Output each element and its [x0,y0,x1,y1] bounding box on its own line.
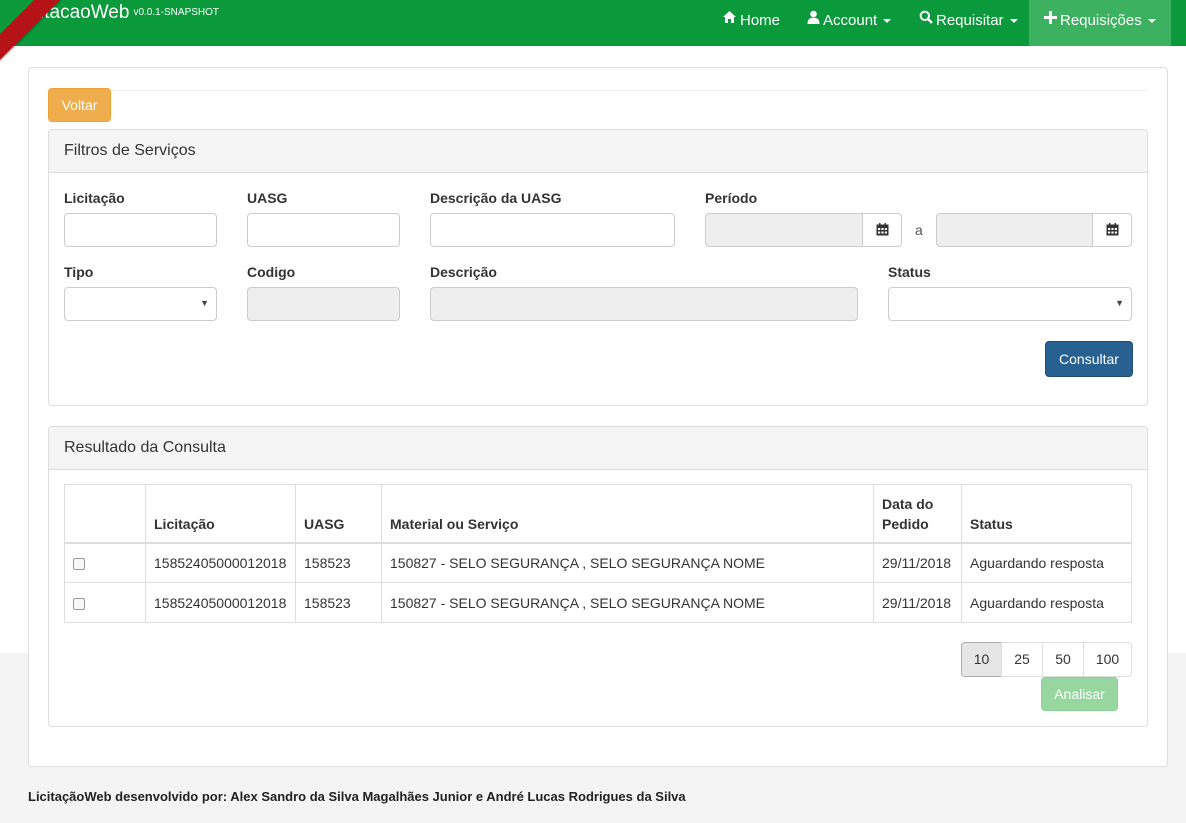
cell-licitacao: 15852405000012018 [145,542,296,583]
analisar-button[interactable]: Analisar [1041,677,1118,711]
descricao-uasg-input[interactable] [430,213,675,247]
row-select-cell [64,542,146,583]
nav-requisitar[interactable]: Requisitar [919,0,1018,46]
page-size-selector: 10 25 50 100 [961,642,1132,677]
search-icon [919,0,933,41]
column-header-licitacao[interactable]: Licitação [145,484,296,544]
table-header-row: Licitação UASG Material ou Serviço Data … [64,484,1132,544]
cell-licitacao: 15852405000012018 [145,582,296,623]
chevron-down-icon [1009,19,1018,24]
chevron-down-icon [1147,19,1156,24]
uasg-input[interactable] [247,213,400,247]
column-header-status[interactable]: Status [961,484,1132,544]
main-container: Voltar Filtros de Serviços Licitação UAS… [28,67,1168,767]
codigo-input[interactable] [247,287,400,321]
chevron-down-icon: ▼ [200,298,209,308]
periodo-inicio-calendar-button[interactable] [862,213,902,247]
nav-requisicoes-label: Requisições [1060,12,1142,29]
results-table: Licitação UASG Material ou Serviço Data … [64,484,1132,623]
periodo-label: Período [705,190,758,206]
plus-icon [1044,0,1057,41]
nav-requisicoes[interactable]: Requisições [1029,0,1171,46]
periodo-separator: a [915,222,923,238]
calendar-icon [1106,223,1119,239]
tipo-label: Tipo [64,264,94,280]
periodo-fim-calendar-button[interactable] [1092,213,1132,247]
licitacao-label: Licitação [64,190,125,206]
calendar-icon [876,223,889,239]
consultar-button[interactable]: Consultar [1045,341,1133,377]
periodo-fim-input[interactable] [936,213,1093,247]
brand-logo[interactable]: itacaoWeb v0.0.1-SNAPSHOT [40,2,219,24]
footer-credits: LicitaçãoWeb desenvolvido por: Alex Sand… [28,789,686,804]
cell-status: Aguardando resposta [961,582,1132,623]
cell-uasg: 158523 [295,582,382,623]
column-header-uasg[interactable]: UASG [295,484,382,544]
nav-home-label: Home [740,12,781,29]
licitacao-input[interactable] [64,213,217,247]
page-size-50[interactable]: 50 [1042,642,1084,677]
nav-account-label: Account [823,12,878,29]
row-checkbox[interactable] [73,558,85,571]
filters-panel: Filtros de Serviços Licitação UASG Descr… [48,129,1148,406]
divider [49,90,1147,91]
back-button[interactable]: Voltar [48,88,111,122]
app-version: v0.0.1-SNAPSHOT [133,7,220,18]
filters-panel-title: Filtros de Serviços [49,130,1147,173]
nav-home[interactable]: Home [722,0,780,46]
results-panel-title: Resultado da Consulta [49,427,1147,470]
cell-material: 150827 - SELO SEGURANÇA , SELO SEGURANÇA… [381,582,874,623]
status-select[interactable]: ▼ [888,287,1132,321]
nav-requisitar-label: Requisitar [936,12,1004,29]
page-size-25[interactable]: 25 [1001,642,1043,677]
results-panel: Resultado da Consulta Licitação UASG Mat… [48,426,1148,727]
cell-status: Aguardando resposta [961,542,1132,583]
cell-data-pedido: 29/11/2018 [873,582,962,623]
row-select-cell [64,582,146,623]
descricao-label: Descrição [430,264,497,280]
descricao-input[interactable] [430,287,858,321]
table-row[interactable]: 15852405000012018 158523 150827 - SELO S… [64,542,1132,583]
descricao-uasg-label: Descrição da UASG [430,190,562,206]
status-label: Status [888,264,931,280]
cell-uasg: 158523 [295,542,382,583]
row-checkbox[interactable] [73,597,85,610]
column-header-data-pedido[interactable]: Data do Pedido [873,484,962,544]
user-icon [807,0,820,41]
nav-account[interactable]: Account [807,0,892,46]
periodo-inicio-input[interactable] [705,213,863,247]
column-header-material[interactable]: Material ou Serviço [381,484,874,544]
chevron-down-icon: ▼ [1115,298,1124,308]
chevron-down-icon [883,19,892,24]
codigo-label: Codigo [247,264,296,280]
tipo-select[interactable]: ▼ [64,287,217,321]
home-icon [722,0,737,41]
cell-data-pedido: 29/11/2018 [873,542,962,583]
page-size-100[interactable]: 100 [1083,642,1132,677]
column-header-select [64,484,146,544]
cell-material: 150827 - SELO SEGURANÇA , SELO SEGURANÇA… [381,542,874,583]
uasg-label: UASG [247,190,288,206]
top-navbar: itacaoWeb v0.0.1-SNAPSHOT Home Account Re… [0,0,1186,62]
page-size-10[interactable]: 10 [961,642,1002,677]
table-row[interactable]: 15852405000012018 158523 150827 - SELO S… [64,582,1132,623]
